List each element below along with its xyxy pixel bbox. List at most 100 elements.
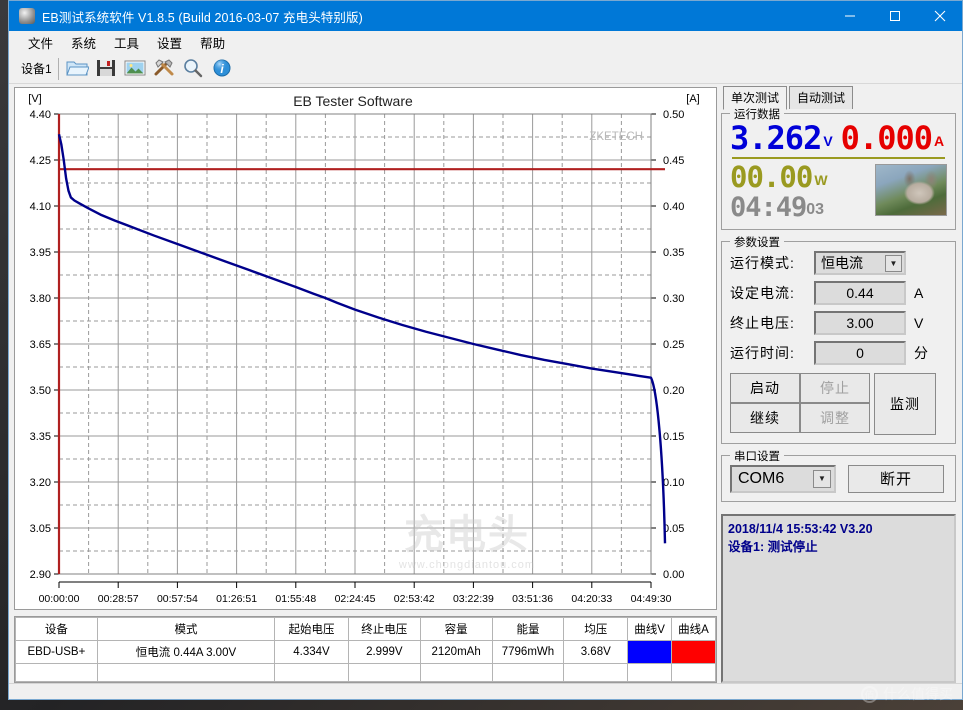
tools-icon[interactable] — [152, 57, 178, 81]
control-panel: 单次测试 自动测试 运行数据 3.262 V 0.000 A 00.00 W 0… — [717, 84, 962, 683]
start-button[interactable]: 启动 — [730, 372, 800, 403]
image-icon[interactable] — [123, 57, 149, 81]
cell-avg-voltage: 3.68V — [563, 640, 629, 664]
results-table: 设备 模式 起始电压 终止电压 容量 能量 均压 曲线V 曲线A EBD-USB… — [15, 617, 716, 682]
chevron-down-icon[interactable]: ▼ — [813, 469, 831, 488]
col-device: 设备 — [15, 617, 98, 641]
voltage-value: 3.262 — [730, 119, 822, 157]
y-tick-label: 3.95 — [30, 247, 51, 259]
tab-auto-test[interactable]: 自动测试 — [789, 86, 854, 109]
application-window: EB测试系统软件 V1.8.5 (Build 2016-03-07 充电头特别版… — [8, 0, 963, 700]
watermark-badge-icon: 值 — [861, 685, 878, 703]
table-header-row: 设备 模式 起始电压 终止电压 容量 能量 均压 曲线V 曲线A — [15, 617, 716, 641]
resume-button[interactable]: 继续 — [730, 402, 800, 433]
y2-tick-label: 0.05 — [663, 523, 684, 535]
run-mode-value: 恒电流 — [821, 254, 863, 271]
col-start-voltage: 起始电压 — [274, 617, 349, 641]
site-watermark: 值 什么值得买 — [861, 684, 953, 704]
cutoff-voltage-label: 终止电压: — [730, 314, 795, 331]
chart-y2-ticks: 0.50 0.45 0.40 0.35 0.30 0.25 0.20 0.15 0.10 0.05… — [651, 109, 684, 581]
cell-energy: 7796mWh — [491, 640, 565, 664]
menu-item-system[interactable]: 系统 — [62, 30, 105, 55]
disconnect-button[interactable]: 断开 — [848, 464, 944, 493]
save-disk-icon[interactable] — [94, 57, 120, 81]
table-row[interactable]: EBD-USB+ 恒电流 0.44A 3.00V 4.334V 2.999V 2… — [15, 640, 716, 664]
power-unit: W — [814, 171, 828, 188]
close-button[interactable] — [917, 1, 962, 31]
set-current-input[interactable]: 0.44 — [814, 280, 906, 305]
col-avg-voltage: 均压 — [563, 617, 629, 641]
run-mode-select[interactable]: 恒电流 ▼ — [814, 250, 906, 275]
device-tab-1[interactable]: 设备1 — [17, 58, 59, 80]
y2-tick-label: 0.35 — [663, 247, 684, 259]
run-time-unit: 分 — [914, 344, 928, 361]
action-buttons: 启动 停止 继续 调整 监测 — [730, 372, 947, 435]
cutoff-voltage-unit: V — [914, 314, 924, 331]
open-folder-icon[interactable] — [65, 57, 91, 81]
status-bar — [9, 683, 962, 699]
cat-photo — [875, 164, 947, 217]
run-mode-label: 运行模式: — [730, 254, 795, 271]
main-body: EB Tester Software [V] [A] 4.40 4.25 4.10 3… — [9, 84, 962, 683]
y-tick-label: 3.65 — [30, 339, 51, 351]
serial-port-value: COM6 — [738, 469, 785, 487]
power-row: 00.00 W — [730, 163, 869, 192]
maximize-button[interactable] — [872, 1, 917, 31]
param-row-run-mode: 运行模式: 恒电流 ▼ — [730, 250, 947, 275]
table-row-empty — [15, 663, 716, 682]
y-tick-label: 2.90 — [30, 569, 51, 581]
elapsed-time-value: 04:49 — [730, 191, 807, 223]
y-tick-label: 4.25 — [30, 155, 51, 167]
col-capacity: 容量 — [419, 617, 493, 641]
action-buttons-left: 启动 停止 继续 调整 — [730, 372, 870, 435]
menu-item-help[interactable]: 帮助 — [191, 30, 234, 55]
param-row-run-time: 运行时间: 0 分 — [730, 340, 947, 365]
cell-curve-a-color[interactable] — [671, 640, 716, 664]
cutoff-voltage-value: 3.00 — [846, 314, 874, 331]
y-tick-label: 3.80 — [30, 293, 51, 305]
x-tick-label: 03:51:36 — [512, 593, 553, 605]
chart-x-ticks: 00:00:00 00:28:57 00:57:54 01:26:51 01:55:48… — [39, 581, 672, 605]
cell-curve-v-color[interactable] — [627, 640, 673, 664]
log-line-timestamp: 2018/11/4 15:53:42 V3.20 — [728, 521, 873, 536]
adjust-button[interactable]: 调整 — [800, 402, 870, 433]
chevron-down-icon[interactable]: ▼ — [885, 254, 902, 272]
toolbar: 设备1 i — [9, 55, 962, 84]
current-value: 0.000 — [840, 119, 933, 157]
info-icon[interactable]: i — [210, 57, 236, 81]
menu-item-file[interactable]: 文件 — [19, 30, 62, 55]
y-tick-label: 3.20 — [30, 477, 51, 489]
y2-tick-label: 0.45 — [663, 155, 684, 167]
zoom-icon[interactable] — [181, 57, 207, 81]
stop-button[interactable]: 停止 — [800, 372, 870, 403]
minimize-button[interactable] — [827, 1, 872, 31]
y-tick-label: 4.40 — [30, 109, 51, 121]
chart-y2-axis-label: [A] — [686, 93, 699, 105]
run-data-legend: 运行数据 — [730, 106, 784, 122]
param-row-set-current: 设定电流: 0.44 A — [730, 280, 947, 305]
col-mode: 模式 — [96, 617, 276, 641]
run-time-input[interactable]: 0 — [814, 340, 906, 365]
menu-item-tools[interactable]: 工具 — [105, 30, 148, 55]
cell-end-voltage: 2.999V — [347, 640, 421, 664]
cell-start-voltage: 4.334V — [274, 640, 349, 664]
serial-port-row: COM6 ▼ 断开 — [730, 464, 947, 493]
col-energy: 能量 — [491, 617, 565, 641]
serial-port-select[interactable]: COM6 ▼ — [730, 464, 836, 493]
readout-divider — [732, 157, 945, 160]
run-data-group: 运行数据 3.262 V 0.000 A 00.00 W 04:49 03 — [721, 106, 956, 230]
window-title: EB测试系统软件 V1.8.5 (Build 2016-03-07 充电头特别版… — [42, 10, 363, 25]
elapsed-time-row: 04:49 03 — [730, 191, 869, 223]
x-tick-label: 02:24:45 — [335, 593, 376, 605]
set-current-unit: A — [914, 284, 924, 301]
y2-tick-label: 0.30 — [663, 293, 684, 305]
discharge-chart[interactable]: EB Tester Software [V] [A] 4.40 4.25 4.10 3… — [14, 87, 717, 610]
desktop-background: EB测试系统软件 V1.8.5 (Build 2016-03-07 充电头特别版… — [0, 0, 963, 710]
results-table-container: 设备 模式 起始电压 终止电压 容量 能量 均压 曲线V 曲线A EBD-USB… — [14, 616, 717, 683]
monitor-button[interactable]: 监测 — [874, 372, 936, 435]
col-curve-a: 曲线A — [671, 617, 716, 641]
parameter-settings-group: 参数设置 运行模式: 恒电流 ▼ 设定电流: 0.44 A 终止电压: 3.00… — [721, 233, 956, 444]
menu-item-settings[interactable]: 设置 — [148, 30, 191, 55]
status-log[interactable]: 2018/11/4 15:53:42 V3.20 设备1: 测试停止 — [721, 513, 956, 683]
cutoff-voltage-input[interactable]: 3.00 — [814, 310, 906, 335]
